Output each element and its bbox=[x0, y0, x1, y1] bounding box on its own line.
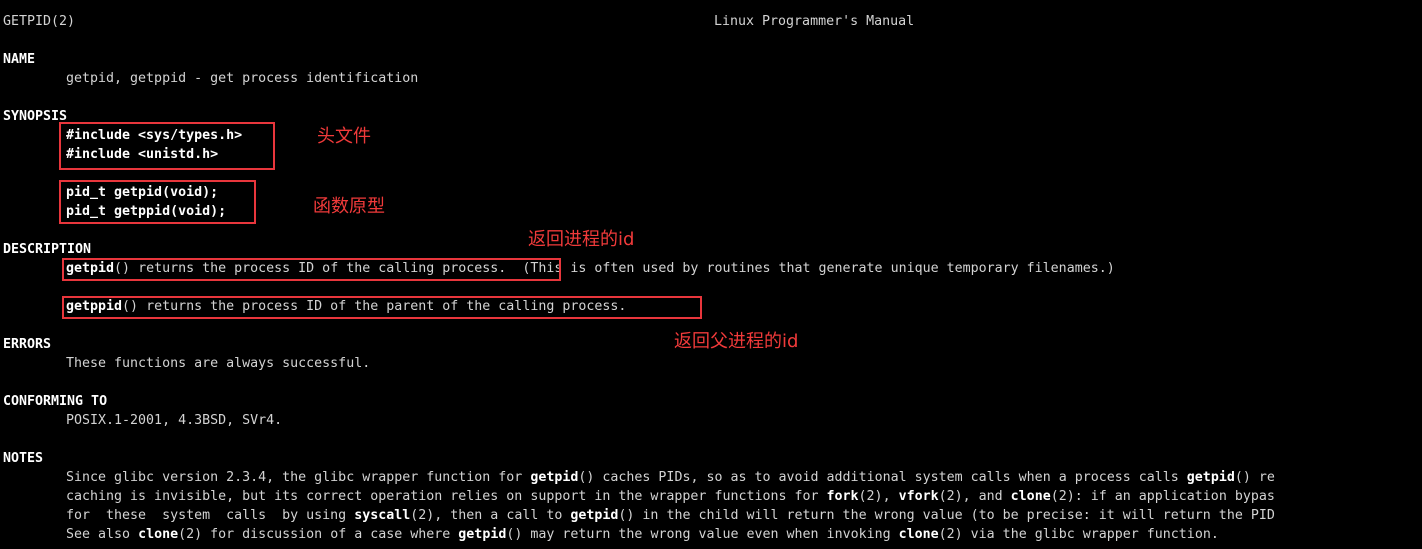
errors-heading: ERRORS bbox=[3, 337, 52, 352]
description-text: (This is often used by routines that gen… bbox=[506, 261, 1115, 276]
notes-text: () may return the wrong value even when … bbox=[506, 527, 899, 542]
fn-getpid: getpid bbox=[1186, 470, 1235, 485]
notes-heading: NOTES bbox=[3, 451, 44, 466]
fn-getpid: getpid bbox=[458, 527, 507, 542]
notes-text: (2), and bbox=[938, 489, 1011, 504]
notes-line-1: Since glibc version 2.3.4, the glibc wra… bbox=[66, 468, 1275, 487]
description-heading: DESCRIPTION bbox=[3, 242, 92, 257]
conforming-heading: CONFORMING TO bbox=[3, 394, 108, 409]
notes-text: (2): if an application bypas bbox=[1050, 489, 1275, 504]
getpid-description-highlight-box bbox=[62, 258, 561, 281]
conforming-text: POSIX.1-2001, 4.3BSD, SVr4. bbox=[66, 413, 283, 428]
notes-line-2: caching is invisible, but its correct op… bbox=[66, 487, 1275, 506]
notes-text: (2) via the glibc wrapper function. bbox=[938, 527, 1219, 542]
manual-title: Linux Programmer's Manual bbox=[714, 14, 915, 29]
name-text: getpid, getppid - get process identifica… bbox=[66, 71, 419, 86]
fn-vfork: vfork bbox=[898, 489, 939, 504]
notes-line-3: for these system calls by using syscall(… bbox=[66, 506, 1275, 525]
notes-text: () re bbox=[1234, 470, 1275, 485]
fn-clone: clone bbox=[138, 527, 179, 542]
errors-text: These functions are always successful. bbox=[66, 356, 371, 371]
notes-text: () in the child will return the wrong va… bbox=[618, 508, 1275, 523]
header-files-highlight-box bbox=[59, 122, 275, 170]
man-page-id: GETPID(2) bbox=[3, 14, 76, 29]
annotation-header-file: 头文件 bbox=[317, 126, 371, 147]
annotation-returns-ppid: 返回父进程的id bbox=[674, 331, 799, 352]
fn-fork: fork bbox=[826, 489, 859, 504]
notes-text: Since glibc version 2.3.4, the glibc wra… bbox=[66, 470, 531, 485]
notes-line-4: See also clone(2) for discussion of a ca… bbox=[66, 525, 1219, 544]
fn-getpid: getpid bbox=[530, 470, 579, 485]
notes-text: See also bbox=[66, 527, 139, 542]
fn-syscall: syscall bbox=[354, 508, 411, 523]
notes-text: (2), bbox=[858, 489, 899, 504]
fn-clone: clone bbox=[1010, 489, 1051, 504]
annotation-returns-pid: 返回进程的id bbox=[528, 229, 635, 250]
notes-text: (2) for discussion of a case where bbox=[178, 527, 459, 542]
notes-text: (2), then a call to bbox=[410, 508, 571, 523]
man-page-terminal: GETPID(2) Linux Programmer's Manual NAME… bbox=[0, 0, 1422, 549]
notes-text: () caches PIDs, so as to avoid additiona… bbox=[578, 470, 1187, 485]
annotation-prototype: 函数原型 bbox=[313, 196, 385, 217]
fn-clone: clone bbox=[898, 527, 939, 542]
synopsis-heading: SYNOPSIS bbox=[3, 109, 68, 124]
prototype-highlight-box bbox=[59, 180, 256, 224]
fn-getpid: getpid bbox=[570, 508, 619, 523]
name-heading: NAME bbox=[3, 52, 36, 67]
notes-text: caching is invisible, but its correct op… bbox=[66, 489, 827, 504]
getppid-description-highlight-box bbox=[62, 296, 702, 319]
notes-text: for these system calls by using bbox=[66, 508, 355, 523]
